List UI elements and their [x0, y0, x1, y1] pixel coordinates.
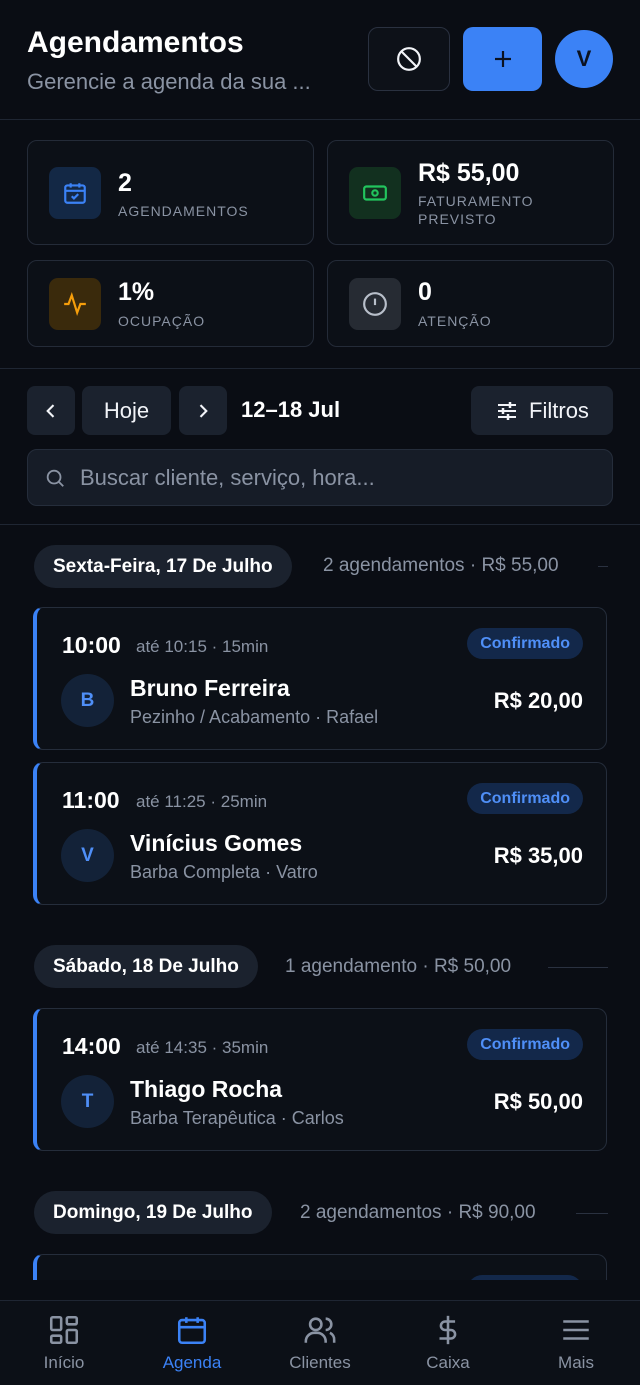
previous-week-button[interactable] [27, 386, 75, 435]
appointment-price: R$ 50,00 [493, 1089, 583, 1114]
day-header-pill: Sábado, 18 De Julho [34, 945, 258, 988]
appointment-duration: até 11:25 · 25min [136, 792, 268, 811]
appointment-duration: até 10:15 · 15min [136, 637, 269, 656]
divider [0, 524, 640, 525]
nav-label: Início [43, 1353, 85, 1372]
search-icon [46, 469, 64, 487]
nav-label: Clientes [289, 1353, 351, 1372]
user-avatar[interactable]: V [555, 30, 613, 88]
search-box [27, 449, 613, 506]
grid-icon [49, 1315, 79, 1345]
plus-icon [494, 51, 511, 67]
day-summary: 2 agendamentos · R$ 55,00 [323, 555, 559, 576]
stat-card-attention: 0 ATENÇÃO [327, 260, 614, 347]
divider [0, 368, 640, 369]
appointment-time: 14:00 [62, 1033, 121, 1059]
money-icon [349, 167, 401, 219]
stat-value: 0 [418, 278, 432, 306]
stat-label: ATENÇÃO [418, 313, 492, 329]
day-divider [576, 1213, 608, 1214]
stat-value: 1% [118, 278, 155, 306]
day-header-pill: Domingo, 19 De Julho [34, 1191, 272, 1234]
app-header: Agendamentos Gerencie a agenda da sua ..… [0, 0, 640, 120]
day-divider [548, 967, 608, 968]
appointment-time: 11:00 [62, 787, 120, 813]
users-icon [304, 1317, 336, 1343]
next-week-button[interactable] [179, 386, 227, 435]
appointment-duration: até 14:35 · 35min [136, 1038, 269, 1057]
nav-label: Caixa [426, 1353, 470, 1372]
page-title: Agendamentos [27, 26, 244, 59]
client-avatar: B [61, 674, 114, 727]
stat-label: OCUPAÇÃO [118, 313, 206, 329]
appointment-card[interactable]: 11:00 até 11:25 · 25min Confirmado V Vin… [33, 762, 607, 905]
client-name: Bruno Ferreira [130, 675, 290, 701]
block-schedule-button[interactable] [368, 27, 450, 91]
service-info: Pezinho / Acabamento · Rafael [130, 707, 379, 727]
day-summary: 1 agendamento · R$ 50,00 [285, 956, 512, 977]
date-range-label: 12–18 Jul [241, 397, 341, 422]
filters-label: Filtros [529, 397, 589, 423]
add-appointment-button[interactable] [463, 27, 542, 91]
chevron-right-icon [199, 403, 208, 418]
day-summary: 2 agendamentos · R$ 90,00 [300, 1202, 536, 1223]
nav-item-inicio[interactable]: Início [0, 1313, 128, 1379]
appointment-card[interactable]: 14:00 até 14:35 · 35min Confirmado T Thi… [33, 1008, 607, 1151]
nav-item-mais[interactable]: Mais [512, 1313, 640, 1379]
service-info: Barba Completa · Vatro [130, 862, 318, 882]
client-avatar: V [61, 829, 114, 882]
appointment-time: 10:00 [62, 632, 121, 658]
search-input[interactable] [80, 462, 600, 494]
nav-item-clientes[interactable]: Clientes [256, 1313, 384, 1379]
today-button[interactable]: Hoje [82, 386, 171, 435]
stat-value: 2 [118, 169, 132, 197]
appointment-price: R$ 20,00 [493, 688, 583, 713]
stat-card-revenue: R$ 55,00 FATURAMENTO PREVISTO [327, 140, 614, 245]
page-subtitle: Gerencie a agenda da sua ... [27, 69, 311, 94]
dollar-icon [439, 1315, 457, 1345]
nav-label: Agenda [162, 1353, 222, 1372]
sliders-icon [498, 401, 517, 420]
appointment-card[interactable]: 10:00 até 10:15 · 15min Confirmado B Bru… [33, 607, 607, 750]
activity-icon [49, 278, 101, 330]
calendar-icon [177, 1317, 207, 1345]
client-name: Thiago Rocha [130, 1076, 283, 1102]
nav-label: Mais [558, 1353, 594, 1372]
client-name: Vinícius Gomes [130, 830, 303, 856]
nav-item-agenda[interactable]: Agenda [128, 1313, 256, 1379]
filters-button[interactable]: Filtros [471, 386, 613, 435]
stat-value: R$ 55,00 [418, 159, 520, 187]
bottom-navigation: Início Agenda Clientes Caixa Mais [0, 1300, 640, 1385]
block-icon [397, 47, 421, 71]
service-info: Barba Terapêutica · Carlos [130, 1108, 344, 1128]
menu-icon [563, 1320, 589, 1340]
scroll-fade [0, 1280, 640, 1300]
stat-card-occupancy: 1% OCUPAÇÃO [27, 260, 314, 347]
chevron-left-icon [46, 403, 55, 418]
stat-label: FATURAMENTO PREVISTO [418, 193, 534, 227]
status-badge: Confirmado [467, 1029, 583, 1060]
day-header-pill: Sexta-Feira, 17 De Julho [34, 545, 292, 588]
stat-label: AGENDAMENTOS [118, 203, 249, 219]
calendar-check-icon [49, 167, 101, 219]
status-badge: Confirmado [467, 628, 583, 659]
status-badge: Confirmado [467, 783, 583, 814]
day-divider [598, 566, 608, 567]
appointment-price: R$ 35,00 [493, 843, 583, 868]
alert-circle-icon [349, 278, 401, 330]
client-avatar: T [61, 1075, 114, 1128]
nav-item-caixa[interactable]: Caixa [384, 1313, 512, 1379]
stat-card-appointments: 2 AGENDAMENTOS [27, 140, 314, 245]
